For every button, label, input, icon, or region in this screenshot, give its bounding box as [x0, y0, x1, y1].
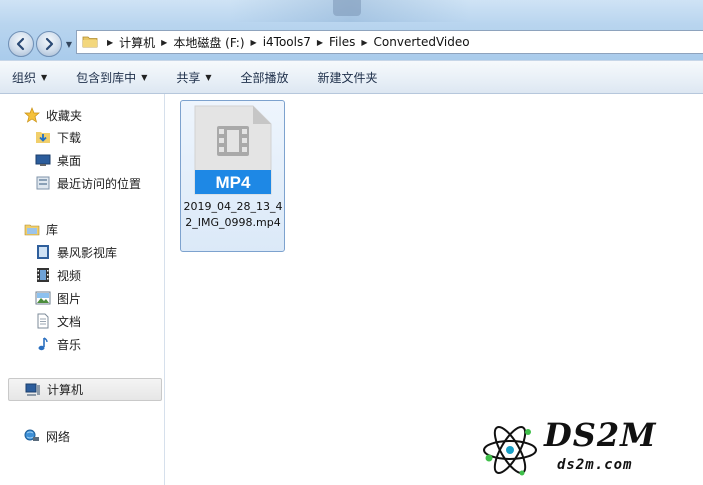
chevron-down-icon: ▼ — [65, 39, 73, 49]
network-icon — [23, 427, 41, 445]
computer-icon — [24, 381, 42, 399]
nav-videos[interactable]: 视频 — [34, 264, 81, 286]
nav-baofeng-library[interactable]: 暴风影视库 — [34, 241, 117, 263]
nav-computer[interactable]: 计算机 — [8, 378, 162, 401]
breadcrumb-convertedvideo[interactable]: ConvertedVideo — [374, 35, 470, 49]
watermark: DS2M ds2m.com — [464, 416, 703, 485]
window-title-area: ▼ ▶ 计算机 ▶ 本地磁盘 (F:) ▶ i4Tools7 ▶ Files ▶… — [0, 0, 703, 60]
breadcrumb-separator-icon[interactable]: ▶ — [107, 38, 113, 47]
nav-desktop-label: 桌面 — [57, 153, 82, 168]
nav-libraries-label: 库 — [46, 222, 59, 237]
nav-computer-label: 计算机 — [47, 383, 84, 397]
nav-music-label: 音乐 — [57, 337, 82, 352]
video-library-icon — [34, 243, 52, 261]
nav-downloads-label: 下载 — [57, 130, 82, 145]
breadcrumb-i4tools7[interactable]: i4Tools7 — [263, 35, 311, 49]
breadcrumb-separator-icon[interactable]: ▶ — [161, 38, 167, 47]
film-icon — [34, 266, 52, 284]
star-icon — [23, 106, 41, 124]
nav-recent-places-label: 最近访问的位置 — [57, 176, 142, 191]
back-button[interactable] — [8, 31, 34, 57]
nav-network[interactable]: 网络 — [23, 425, 70, 447]
file-name: 2019_04_28_13_42_IMG_0998.mp4 — [183, 200, 283, 229]
libraries-icon — [23, 220, 41, 238]
breadcrumb-drive-f[interactable]: 本地磁盘 (F:) — [173, 34, 244, 51]
nav-documents[interactable]: 文档 — [34, 310, 81, 332]
breadcrumb-separator-icon[interactable]: ▶ — [361, 38, 367, 47]
nav-favorites-label: 收藏夹 — [46, 108, 83, 123]
picture-icon — [34, 289, 52, 307]
nav-libraries[interactable]: 库 — [23, 218, 58, 240]
breadcrumb-separator-icon[interactable]: ▶ — [317, 38, 323, 47]
document-icon — [34, 312, 52, 330]
arrow-right-icon — [45, 37, 54, 51]
play-all-button[interactable]: 全部播放 — [241, 69, 289, 86]
new-folder-label: 新建文件夹 — [317, 70, 378, 85]
atom-logo-icon — [483, 426, 537, 476]
organize-label: 组织 — [12, 70, 37, 85]
mp4-badge-label: MP4 — [216, 173, 252, 192]
play-all-label: 全部播放 — [240, 70, 289, 85]
nav-music[interactable]: 音乐 — [34, 333, 81, 355]
breadcrumb-computer[interactable]: 计算机 — [119, 34, 155, 51]
forward-button[interactable] — [36, 31, 62, 57]
new-folder-button[interactable]: 新建文件夹 — [318, 69, 378, 86]
music-note-icon — [34, 335, 52, 353]
desktop-icon — [34, 151, 52, 169]
share-button[interactable]: 共享 ▼ — [176, 69, 211, 86]
watermark-subtitle: ds2m.com — [557, 457, 633, 473]
nav-favorites[interactable]: 收藏夹 — [23, 104, 82, 126]
breadcrumb-files[interactable]: Files — [329, 35, 355, 49]
address-bar[interactable]: ▶ 计算机 ▶ 本地磁盘 (F:) ▶ i4Tools7 ▶ Files ▶ C… — [76, 30, 703, 54]
nav-network-label: 网络 — [46, 429, 71, 444]
nav-desktop[interactable]: 桌面 — [34, 149, 81, 171]
nav-pictures[interactable]: 图片 — [34, 287, 81, 309]
breadcrumb-separator-icon[interactable]: ▶ — [251, 38, 257, 47]
command-bar: 组织 ▼ 包含到库中 ▼ 共享 ▼ 全部播放 新建文件夹 — [0, 60, 703, 94]
recent-places-icon — [34, 174, 52, 192]
arrow-left-icon — [16, 37, 25, 51]
chevron-down-icon: ▼ — [41, 72, 48, 82]
chevron-down-icon: ▼ — [141, 72, 148, 82]
include-in-library-label: 包含到库中 — [76, 70, 137, 85]
nav-videos-label: 视频 — [57, 268, 82, 283]
nav-pictures-label: 图片 — [57, 291, 82, 306]
include-in-library-button[interactable]: 包含到库中 ▼ — [76, 69, 147, 86]
nav-documents-label: 文档 — [57, 314, 82, 329]
chevron-down-icon: ▼ — [205, 72, 212, 82]
navigation-pane: 收藏夹 下载 桌面 最近访问的位置 库 暴风影视库 视频 图片 文档 音乐 计算… — [0, 94, 165, 485]
nav-downloads[interactable]: 下载 — [34, 126, 81, 148]
downloads-folder-icon — [34, 128, 52, 146]
video-file-icon: MP4 — [194, 105, 272, 195]
nav-recent-places[interactable]: 最近访问的位置 — [34, 172, 141, 194]
nav-baofeng-library-label: 暴风影视库 — [57, 245, 118, 260]
file-item[interactable]: MP4 2019_04_28_13_42_IMG_0998.mp4 — [180, 100, 285, 252]
recent-pages-dropdown[interactable]: ▼ — [64, 38, 74, 50]
watermark-title: DS2M — [544, 416, 657, 454]
folder-icon — [79, 31, 101, 53]
share-label: 共享 — [176, 70, 201, 85]
organize-button[interactable]: 组织 ▼ — [12, 69, 47, 86]
aero-glass-shape — [333, 0, 361, 16]
